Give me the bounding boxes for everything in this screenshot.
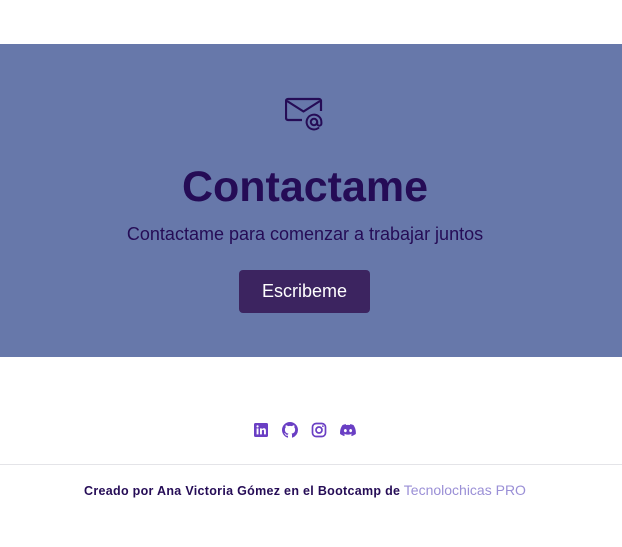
contact-title: Contactame <box>181 163 429 211</box>
mail-at-icon <box>284 97 325 131</box>
github-icon[interactable] <box>282 422 298 438</box>
instagram-icon[interactable] <box>311 422 327 438</box>
footer-divider <box>0 464 622 465</box>
discord-icon[interactable] <box>340 422 356 438</box>
linkedin-icon[interactable] <box>253 422 269 438</box>
page: Contactame Contactame para comenzar a tr… <box>0 0 622 547</box>
footer-credit: Creado por Ana Victoria Gómez en el Boot… <box>0 482 610 500</box>
contact-section: Contactame Contactame para comenzar a tr… <box>0 44 622 357</box>
footer-credit-text: Creado por Ana Victoria Gómez en el Boot… <box>84 484 401 498</box>
write-button[interactable]: Escribeme <box>239 270 370 313</box>
contact-subtitle: Contactame para comenzar a trabajar junt… <box>126 224 484 244</box>
social-links <box>253 422 369 440</box>
tecnolochicas-link[interactable]: Tecnolochicas PRO <box>404 482 526 498</box>
